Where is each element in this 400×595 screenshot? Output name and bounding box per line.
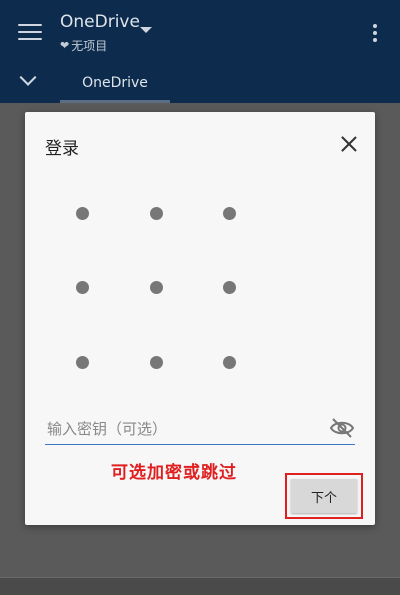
dialog-title: 登录 — [45, 139, 79, 159]
heart-icon: ❤ — [60, 39, 70, 52]
login-dialog: 登录 可选加密或跳过 下个 — [25, 112, 375, 525]
caret-down-icon[interactable] — [140, 27, 152, 33]
subtitle-text: 无项目 — [71, 39, 108, 53]
pattern-dot[interactable] — [76, 207, 89, 220]
bottom-bar — [0, 577, 400, 595]
app-subtitle: ❤ 无项目 — [60, 37, 107, 54]
pattern-dot[interactable] — [76, 356, 89, 369]
app-title[interactable]: OneDrive — [60, 12, 140, 32]
pattern-dot[interactable] — [223, 207, 236, 220]
close-icon[interactable] — [341, 136, 357, 152]
next-button[interactable]: 下个 — [291, 479, 357, 513]
menu-icon[interactable] — [18, 24, 42, 42]
pattern-dot[interactable] — [150, 207, 163, 220]
app-bar: OneDrive ❤ 无项目 OneDrive — [0, 0, 400, 103]
password-field — [45, 415, 355, 445]
password-input[interactable] — [45, 415, 320, 443]
annotation-text: 可选加密或跳过 — [111, 463, 237, 483]
pattern-dot[interactable] — [223, 356, 236, 369]
pattern-dot[interactable] — [223, 281, 236, 294]
pattern-dot[interactable] — [150, 281, 163, 294]
pattern-dot[interactable] — [76, 281, 89, 294]
more-vert-icon[interactable] — [372, 24, 378, 44]
pattern-dot[interactable] — [150, 356, 163, 369]
eye-off-icon[interactable] — [329, 417, 355, 439]
tab-onedrive[interactable]: OneDrive — [60, 72, 170, 103]
chevron-down-icon[interactable] — [19, 68, 37, 86]
